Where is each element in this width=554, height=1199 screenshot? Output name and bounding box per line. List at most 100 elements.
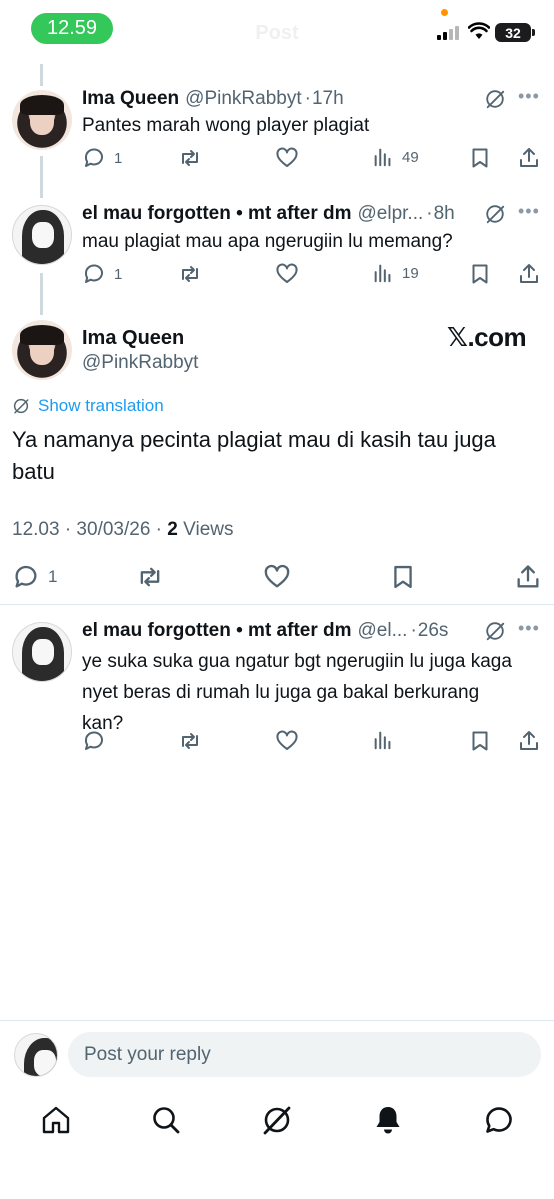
share-icon [520, 264, 538, 283]
share-icon [520, 731, 538, 750]
grok-icon[interactable] [484, 620, 506, 642]
share-button[interactable] [517, 262, 541, 286]
avatar[interactable] [12, 205, 72, 265]
x-watermark: 𝕏.com [447, 322, 527, 352]
author-handle[interactable]: @el... [358, 620, 408, 642]
bottom-nav [0, 1100, 554, 1144]
repost-button[interactable] [178, 146, 202, 170]
reply-count: 1 [48, 567, 58, 586]
tweet-time[interactable]: 17h [312, 88, 344, 110]
reply-icon [15, 565, 37, 588]
repost-button[interactable] [178, 729, 202, 753]
reply-count: 1 [114, 265, 123, 283]
thread-tweet[interactable]: Ima Queen @PinkRabbyt · 17h ••• Pantes m… [0, 86, 554, 188]
reply-input[interactable]: Post your reply [68, 1032, 541, 1077]
bookmark-icon [394, 565, 412, 589]
bookmark-icon [472, 148, 488, 168]
views-count: 19 [402, 264, 419, 282]
main-author-name[interactable]: Ima Queen [82, 327, 184, 350]
notifications-icon[interactable] [372, 1104, 404, 1136]
cellular-signal-icon [437, 26, 459, 40]
like-button[interactable] [275, 729, 299, 753]
messages-icon[interactable] [483, 1104, 515, 1136]
grok-icon[interactable] [484, 88, 506, 110]
heart-icon [264, 564, 290, 588]
author-name[interactable]: Ima Queen [82, 88, 179, 110]
reply-tweet[interactable]: el mau forgotten • mt after dm @el... · … [0, 618, 554, 760]
reply-icon [84, 148, 103, 167]
repost-icon [182, 266, 198, 282]
avatar[interactable] [12, 622, 72, 682]
repost-icon [140, 567, 160, 587]
bookmark-button[interactable] [468, 729, 492, 753]
bookmark-icon [472, 731, 488, 751]
battery-indicator: 32 [495, 23, 535, 42]
tweet-text: ye suka suka gua ngatur bgt ngerugiin lu… [82, 651, 512, 734]
like-button[interactable] [263, 563, 291, 591]
privacy-indicator [441, 9, 448, 16]
tweet-text: mau plagiat mau apa ngerugiin lu memang? [82, 231, 453, 252]
share-icon [517, 565, 539, 588]
show-translation-link[interactable]: Show translation [12, 396, 164, 416]
share-button[interactable] [517, 729, 541, 753]
reply-icon [84, 264, 103, 283]
show-translation-label[interactable]: Show translation [38, 396, 164, 416]
repost-icon [182, 150, 198, 166]
tweet-time[interactable]: 26s [418, 620, 449, 642]
search-icon[interactable] [150, 1104, 182, 1136]
repost-button[interactable] [178, 262, 202, 286]
views-icon [374, 148, 391, 167]
like-button[interactable] [275, 262, 299, 286]
bookmark-icon [472, 264, 488, 284]
author-handle[interactable]: @elpr... [358, 203, 424, 225]
bookmark-button[interactable] [468, 146, 492, 170]
home-icon[interactable] [40, 1104, 72, 1136]
bookmark-button[interactable] [389, 563, 417, 591]
main-tweet-text: Ya namanya pecinta plagiat mau di kasih … [12, 427, 496, 484]
main-avatar[interactable] [12, 320, 72, 380]
heart-icon [276, 147, 298, 167]
grok-icon[interactable] [484, 203, 506, 225]
separator: · [426, 203, 433, 224]
divider [0, 604, 554, 605]
author-name[interactable]: el mau forgotten • mt after dm [82, 620, 352, 642]
author-handle[interactable]: @PinkRabbyt [185, 88, 301, 110]
wifi-icon [468, 22, 490, 39]
author-name[interactable]: el mau forgotten • mt after dm [82, 203, 352, 225]
tweet-timestamp[interactable]: 12.03 · 30/03/26 · [12, 519, 167, 540]
share-button[interactable] [517, 146, 541, 170]
views-button[interactable] [372, 729, 394, 751]
more-options-icon[interactable]: ••• [518, 201, 540, 222]
separator: · [410, 620, 417, 641]
tweet-text: Pantes marah wong player plagiat [82, 115, 370, 136]
heart-icon [276, 730, 298, 750]
separator: · [304, 88, 311, 109]
reply-button[interactable]: 1 [82, 262, 122, 286]
divider [0, 1020, 554, 1021]
tweet-time[interactable]: 8h [434, 203, 455, 225]
reply-button[interactable] [82, 729, 106, 753]
views-button[interactable]: 49 [372, 146, 419, 168]
repost-icon [182, 733, 198, 749]
reply-icon [84, 731, 103, 750]
main-author-handle[interactable]: @PinkRabbyt [82, 352, 198, 374]
more-options-icon[interactable]: ••• [518, 618, 540, 639]
views-label[interactable]: Views [178, 519, 233, 540]
composer-avatar[interactable] [14, 1033, 58, 1077]
grok-icon[interactable] [261, 1104, 293, 1136]
repost-button[interactable] [136, 563, 164, 591]
views-count: 49 [402, 148, 419, 166]
reply-button[interactable]: 1 [82, 146, 122, 170]
reply-button[interactable]: 1 [12, 563, 57, 591]
reply-placeholder: Post your reply [84, 1043, 211, 1065]
reply-count: 1 [114, 149, 123, 167]
views-icon [374, 264, 391, 283]
share-button[interactable] [514, 563, 542, 591]
thread-tweet[interactable]: el mau forgotten • mt after dm @elpr... … [0, 201, 554, 303]
bookmark-button[interactable] [468, 262, 492, 286]
avatar[interactable] [12, 90, 72, 150]
thread-line [40, 64, 43, 86]
like-button[interactable] [275, 146, 299, 170]
views-button[interactable]: 19 [372, 262, 419, 284]
more-options-icon[interactable]: ••• [518, 86, 540, 107]
